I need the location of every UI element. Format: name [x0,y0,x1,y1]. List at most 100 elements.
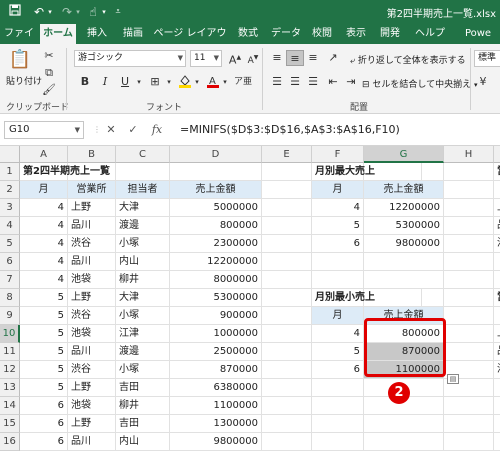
office-cell[interactable]: 品川 [68,253,116,271]
person-cell[interactable]: 渡邊 [116,217,170,235]
office-cell[interactable]: 池袋 [68,325,116,343]
grid-cell[interactable] [262,415,312,433]
max-table-header[interactable]: 月 [312,181,364,199]
person-cell[interactable]: 柳井 [116,397,170,415]
row-header-2[interactable]: 2 [0,181,20,199]
grid-cell[interactable] [262,325,312,343]
cut-icon[interactable]: ✂ [40,48,58,64]
grid-cell[interactable] [444,181,494,199]
month-cell[interactable]: 6 [20,433,68,451]
align-center-icon[interactable]: ☰ [286,74,304,90]
row-header-4[interactable]: 4 [0,217,20,235]
grid-cell[interactable] [262,433,312,451]
min-month-cell[interactable]: 5 [312,343,364,361]
grid-cell[interactable] [444,433,494,451]
grid-cell[interactable] [262,235,312,253]
chevron-down-icon[interactable]: ▾ [192,74,202,90]
column-header-a[interactable]: A [20,146,68,163]
sales-cell[interactable]: 900000 [170,307,262,325]
sales-cell[interactable]: 5300000 [170,289,262,307]
sales-cell[interactable]: 2500000 [170,343,262,361]
office-cell[interactable]: 上野 [68,415,116,433]
table-header[interactable]: 担当者 [116,181,170,199]
sales-cell[interactable]: 1000000 [170,325,262,343]
month-cell[interactable]: 5 [20,289,68,307]
sales-cell[interactable]: 12200000 [170,253,262,271]
insert-function-icon[interactable]: fx [150,121,164,139]
name-box[interactable]: G10 ▼ [4,121,84,139]
partial-cell[interactable]: 営 [494,289,500,307]
customize-icon[interactable]: ⩡ [112,4,124,20]
paste-button[interactable]: 貼り付け [6,74,42,87]
month-cell[interactable]: 5 [20,325,68,343]
grid-cell[interactable] [364,271,444,289]
max-month-cell[interactable]: 4 [312,199,364,217]
row-header-5[interactable]: 5 [0,235,20,253]
month-cell[interactable]: 5 [20,361,68,379]
align-right-icon[interactable]: ☰ [304,74,322,90]
table-header[interactable]: 営業所 [68,181,116,199]
partial-cell[interactable]: 品 [494,217,500,235]
grid-cell[interactable] [364,253,444,271]
tab-insert[interactable]: 挿入 [80,24,114,44]
sales-cell[interactable]: 1100000 [170,397,262,415]
column-header-d[interactable]: D [170,146,262,163]
sales-cell[interactable]: 800000 [170,217,262,235]
grid-cell[interactable] [262,289,312,307]
chevron-down-icon[interactable]: ▾ [134,74,144,90]
partial-cell[interactable]: 渋 [494,235,500,253]
grid-cell[interactable] [262,397,312,415]
grid-cell[interactable] [262,361,312,379]
person-cell[interactable]: 柳井 [116,271,170,289]
enter-icon[interactable]: ✓ [126,121,140,139]
grid-cell[interactable] [262,163,312,181]
max-table-title[interactable]: 月別最大売上 [312,163,422,181]
currency-icon[interactable]: ¥ [474,74,492,90]
office-cell[interactable]: 品川 [68,433,116,451]
sales-cell[interactable]: 2300000 [170,235,262,253]
grid-cell[interactable] [444,253,494,271]
grid-cell[interactable] [170,163,262,181]
align-top-icon[interactable]: ≡ [268,50,286,66]
merge-center-button[interactable]: ⊟ セルを結合して中央揃え ▾ [362,77,478,90]
table-header[interactable]: 月 [20,181,68,199]
person-cell[interactable]: 江津 [116,325,170,343]
office-cell[interactable]: 渋谷 [68,235,116,253]
grid-cell[interactable] [494,253,500,271]
month-cell[interactable]: 5 [20,307,68,325]
partial-cell[interactable]: 営 [494,163,500,181]
align-left-icon[interactable]: ☰ [268,74,286,90]
grid-cell[interactable] [444,235,494,253]
select-all-corner[interactable] [0,146,20,163]
align-middle-icon[interactable]: ≡ [286,50,304,66]
cancel-icon[interactable]: ✕ [104,121,118,139]
grid-cell[interactable] [444,271,494,289]
grid-cell[interactable] [444,163,494,181]
decrease-indent-icon[interactable]: ⇤ [324,74,342,90]
person-cell[interactable]: 吉田 [116,379,170,397]
partial-cell[interactable]: 品 [494,343,500,361]
person-cell[interactable]: 大津 [116,289,170,307]
grid-cell[interactable] [262,217,312,235]
tab-power[interactable]: Powe [458,24,498,44]
formula-input[interactable]: =MINIFS($D$3:$D$16,$A$3:$A$16,F10) [180,121,400,139]
copy-icon[interactable]: ⧉ [40,65,58,81]
sales-cell[interactable]: 9800000 [170,433,262,451]
font-family-select[interactable]: 游ゴシック ▼ [74,50,186,67]
max-table-header[interactable]: 売上金額 [364,181,444,199]
format-painter-icon[interactable]: 🖌 [40,82,58,98]
grid-cell[interactable] [444,199,494,217]
undo-icon[interactable]: ↶ [32,4,46,20]
redo-icon[interactable]: ↷ [60,4,74,20]
font-size-select[interactable]: 11 ▼ [190,50,222,67]
tab-draw[interactable]: 描画 [116,24,150,44]
tab-developer[interactable]: 開発 [374,24,406,44]
grid-cell[interactable] [364,415,444,433]
person-cell[interactable]: 内山 [116,433,170,451]
grid-cell[interactable] [444,343,494,361]
row-header-12[interactable]: 12 [0,361,20,379]
month-cell[interactable]: 4 [20,235,68,253]
quick-analysis-icon[interactable]: ▤ [447,374,459,384]
align-bottom-icon[interactable]: ≡ [304,50,322,66]
office-cell[interactable]: 品川 [68,343,116,361]
